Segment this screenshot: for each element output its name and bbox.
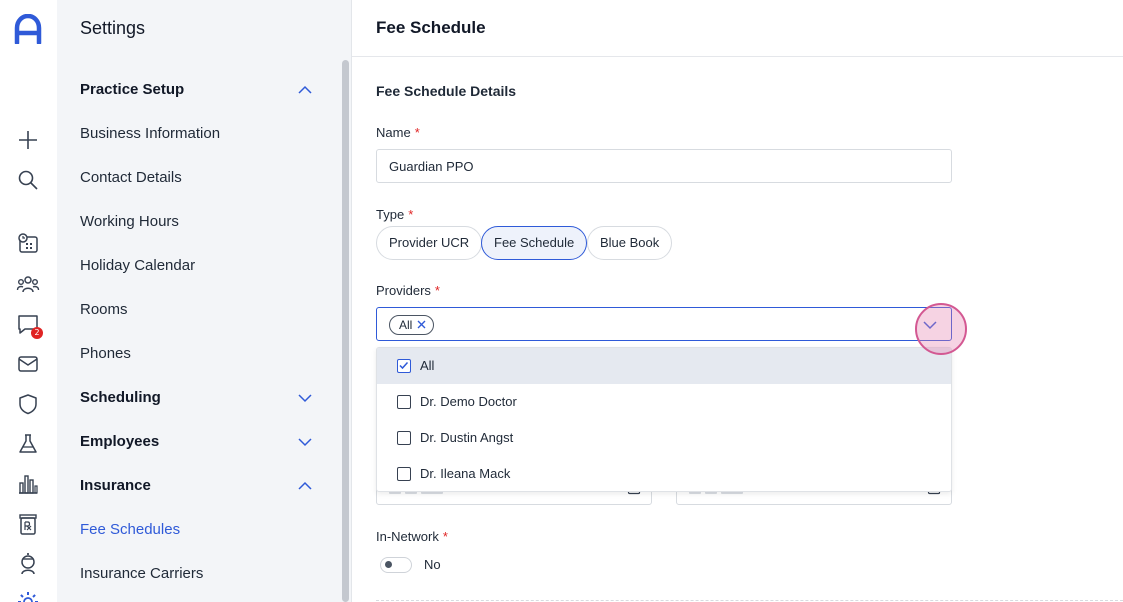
chevron-up-icon[interactable] — [296, 81, 314, 99]
provider-option-ileana-mack[interactable]: Dr. Ileana Mack — [377, 456, 951, 491]
settings-gear-icon[interactable] — [16, 590, 40, 602]
providers-label: Providers * — [376, 283, 440, 298]
type-option-blue-book[interactable]: Blue Book — [587, 226, 673, 260]
required-mark: * — [408, 207, 414, 222]
option-label: Dr. Ileana Mack — [420, 466, 511, 481]
option-label: Dr. Demo Doctor — [420, 394, 517, 409]
mail-icon[interactable] — [16, 352, 40, 376]
nav-item-phones[interactable]: Phones — [80, 345, 131, 362]
checkbox[interactable] — [397, 467, 411, 481]
settings-title: Settings — [80, 18, 146, 38]
in-network-value: No — [424, 557, 441, 572]
messages-badge: 2 — [31, 327, 43, 339]
page-title: Fee Schedule — [376, 18, 486, 37]
close-icon[interactable] — [416, 319, 427, 330]
plus-icon[interactable] — [16, 128, 40, 152]
nav-scrollbar-thumb[interactable] — [342, 60, 349, 602]
nav-item-fee-schedules[interactable]: Fee Schedules — [80, 521, 180, 538]
type-label: Type * — [376, 207, 414, 222]
name-label: Name * — [376, 125, 420, 140]
checkbox[interactable] — [397, 395, 411, 409]
prescription-icon[interactable] — [16, 512, 40, 536]
nav-item-rooms[interactable]: Rooms — [80, 301, 128, 318]
providers-multiselect[interactable]: All — [376, 307, 952, 341]
toggle-knob — [385, 561, 392, 568]
settings-nav: Settings Practice Setup Business Informa… — [57, 0, 351, 602]
option-label: Dr. Dustin Angst — [420, 430, 514, 445]
providers-dropdown: All Dr. Demo Doctor Dr. Dustin Angst Dr.… — [376, 347, 952, 492]
nav-item-business-information[interactable]: Business Information — [80, 125, 220, 142]
type-option-fee-schedule[interactable]: Fee Schedule — [481, 226, 588, 260]
provider-option-all[interactable]: All — [377, 348, 951, 384]
chevron-down-icon[interactable] — [920, 315, 940, 335]
nav-item-working-hours[interactable]: Working Hours — [80, 213, 179, 230]
main-panel: Fee Schedule Fee Schedule Details Name * … — [352, 0, 1123, 602]
checkbox-checked[interactable] — [397, 359, 411, 373]
doctor-icon[interactable] — [16, 552, 40, 576]
nav-group-practice-setup[interactable]: Practice Setup — [80, 81, 184, 98]
chevron-down-icon[interactable] — [296, 389, 314, 407]
lab-flask-icon[interactable] — [16, 432, 40, 456]
schedule-icon[interactable] — [16, 231, 40, 255]
provider-option-demo-doctor[interactable]: Dr. Demo Doctor — [377, 384, 951, 420]
required-mark: * — [442, 529, 448, 544]
provider-option-dustin-angst[interactable]: Dr. Dustin Angst — [377, 420, 951, 456]
name-input[interactable] — [376, 149, 952, 183]
nav-group-insurance[interactable]: Insurance — [80, 477, 151, 494]
nav-group-scheduling[interactable]: Scheduling — [80, 389, 161, 406]
patients-icon[interactable] — [16, 272, 40, 296]
section-divider — [376, 600, 1123, 601]
required-mark: * — [414, 125, 420, 140]
search-icon[interactable] — [16, 168, 40, 192]
in-network-toggle[interactable] — [380, 557, 412, 573]
checkbox[interactable] — [397, 431, 411, 445]
chevron-up-icon[interactable] — [296, 477, 314, 495]
nav-group-employees[interactable]: Employees — [80, 433, 159, 450]
nav-item-holiday-calendar[interactable]: Holiday Calendar — [80, 257, 195, 274]
nav-item-insurance-carriers[interactable]: Insurance Carriers — [80, 565, 203, 582]
header-divider — [352, 56, 1123, 57]
app-logo-icon[interactable] — [14, 14, 42, 44]
option-label: All — [420, 358, 435, 373]
in-network-label: In-Network * — [376, 529, 448, 544]
reports-chart-icon[interactable] — [16, 472, 40, 496]
selected-tag-all: All — [389, 315, 435, 335]
nav-item-contact-details[interactable]: Contact Details — [80, 169, 182, 186]
section-title: Fee Schedule Details — [376, 83, 517, 99]
chevron-down-icon[interactable] — [296, 433, 314, 451]
type-option-provider-ucr[interactable]: Provider UCR — [376, 226, 483, 260]
icon-rail: 2 — [0, 0, 57, 602]
shield-icon[interactable] — [16, 392, 40, 416]
required-mark: * — [434, 283, 440, 298]
